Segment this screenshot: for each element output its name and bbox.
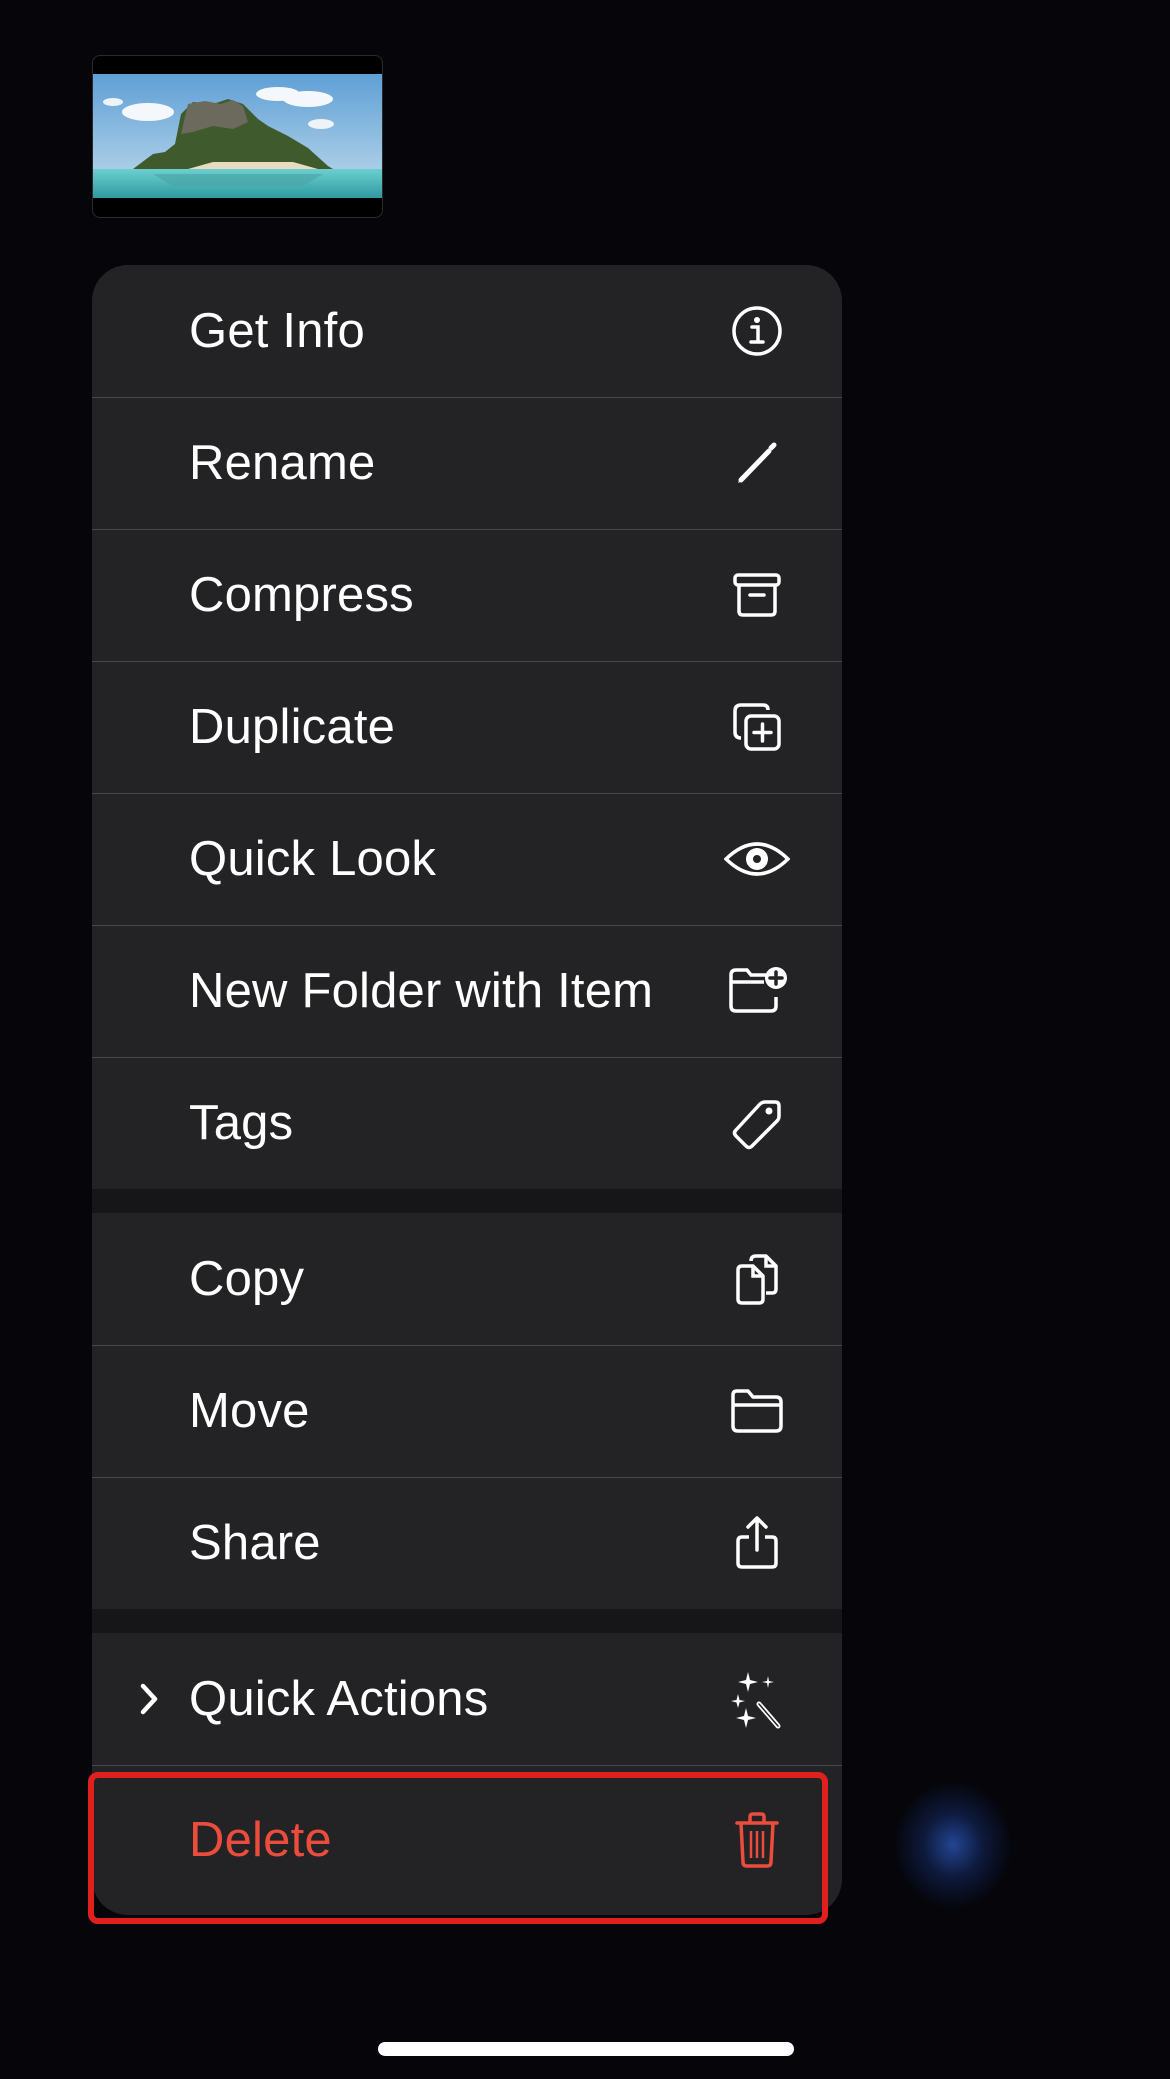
share-icon (724, 1510, 790, 1576)
menu-item-copy[interactable]: Copy (92, 1213, 842, 1345)
info-circle-icon (724, 298, 790, 364)
menu-item-quick-look[interactable]: Quick Look (92, 793, 842, 925)
eye-icon (724, 826, 790, 892)
trash-icon (724, 1807, 790, 1873)
menu-item-label: Rename (189, 435, 376, 490)
menu-item-label: Quick Look (189, 831, 437, 886)
menu-item-share[interactable]: Share (92, 1477, 842, 1609)
menu-item-tags[interactable]: Tags (92, 1057, 842, 1189)
folder-badge-plus-icon (724, 958, 790, 1024)
menu-item-compress[interactable]: Compress (92, 529, 842, 661)
menu-item-label: Delete (189, 1812, 332, 1867)
context-menu: Get Info Rename Compress Duplicate Quick… (92, 265, 842, 1915)
menu-item-label: Quick Actions (189, 1671, 489, 1726)
menu-item-label: Duplicate (189, 699, 396, 754)
menu-item-delete[interactable]: Delete (92, 1765, 842, 1915)
pencil-icon (724, 430, 790, 496)
menu-item-get-info[interactable]: Get Info (92, 265, 842, 397)
folder-icon (724, 1378, 790, 1444)
menu-item-new-folder-with-item[interactable]: New Folder with Item (92, 925, 842, 1057)
file-preview-thumbnail[interactable] (92, 55, 383, 218)
home-indicator[interactable] (378, 2042, 794, 2056)
duplicate-plus-icon (724, 694, 790, 760)
menu-item-label: Get Info (189, 303, 365, 358)
menu-item-label: Move (189, 1383, 310, 1438)
touch-indicator (893, 1780, 1013, 1910)
menu-item-label: Copy (189, 1251, 305, 1306)
tag-icon (724, 1090, 790, 1156)
menu-item-label: Share (189, 1515, 321, 1570)
menu-group-separator (92, 1609, 842, 1633)
menu-item-label: New Folder with Item (189, 963, 654, 1018)
magic-wand-icon (724, 1666, 790, 1732)
menu-group-separator (92, 1189, 842, 1213)
chevron-right-icon (140, 1683, 158, 1715)
menu-item-move[interactable]: Move (92, 1345, 842, 1477)
menu-item-duplicate[interactable]: Duplicate (92, 661, 842, 793)
menu-item-quick-actions[interactable]: Quick Actions (92, 1633, 842, 1765)
menu-item-label: Compress (189, 567, 414, 622)
island-image (93, 74, 382, 198)
doc-on-doc-icon (724, 1246, 790, 1312)
archive-box-icon (724, 562, 790, 628)
menu-item-rename[interactable]: Rename (92, 397, 842, 529)
menu-item-label: Tags (189, 1095, 294, 1150)
